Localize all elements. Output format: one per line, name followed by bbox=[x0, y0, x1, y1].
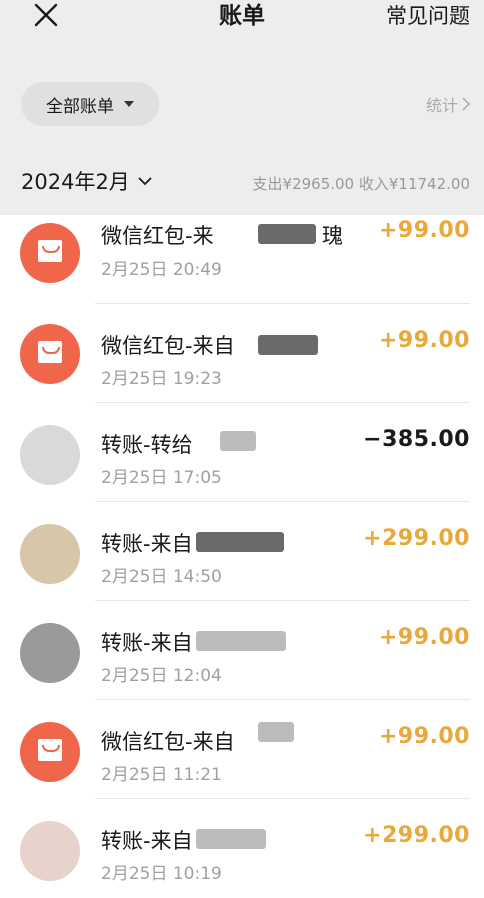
nav-bar: 账单 常见问题 bbox=[0, 0, 484, 34]
transaction-time: 2月25日 12:04 bbox=[101, 666, 222, 686]
red-packet-icon bbox=[20, 324, 80, 384]
month-label: 2024年2月 bbox=[21, 170, 130, 194]
transaction-time: 2月25日 20:49 bbox=[101, 260, 222, 280]
transaction-amount: +299.00 bbox=[363, 526, 470, 551]
chevron-down-icon bbox=[138, 176, 152, 185]
redacted-name bbox=[258, 335, 318, 355]
faq-link[interactable]: 常见问题 bbox=[386, 0, 470, 32]
redacted-name bbox=[258, 722, 294, 742]
transaction-time: 2月25日 14:50 bbox=[101, 567, 222, 587]
transaction-title: 转账-来自 bbox=[101, 829, 193, 853]
transaction-amount: +299.00 bbox=[363, 823, 470, 848]
redacted-name bbox=[196, 829, 266, 849]
header-area: 账单 常见问题 全部账单 统计 2024年2月 支出¥2965.00 收入¥11… bbox=[0, 0, 484, 215]
transaction-row[interactable]: 转账-来自 2月25日 14:50 +299.00 bbox=[0, 502, 484, 601]
transaction-row[interactable]: 微信红包-来 瑰 2月25日 20:49 +99.00 bbox=[0, 205, 484, 304]
transaction-amount: +99.00 bbox=[378, 328, 470, 353]
redacted-name bbox=[220, 431, 256, 451]
month-summary: 支出¥2965.00 收入¥11742.00 bbox=[252, 175, 470, 193]
avatar bbox=[20, 821, 80, 881]
transaction-title: 转账-转给 bbox=[101, 433, 193, 457]
avatar bbox=[20, 524, 80, 584]
red-packet-icon bbox=[20, 223, 80, 283]
month-selector[interactable]: 2024年2月 bbox=[21, 166, 152, 196]
transaction-title: 微信红包-来 bbox=[101, 224, 214, 248]
chevron-right-icon bbox=[462, 97, 470, 111]
avatar bbox=[20, 623, 80, 683]
red-packet-icon bbox=[20, 722, 80, 782]
transaction-title: 转账-来自 bbox=[101, 532, 193, 556]
transaction-row[interactable]: 微信红包-来自 2月25日 11:21 +99.00 bbox=[0, 700, 484, 799]
transaction-title-tail: 瑰 bbox=[322, 224, 343, 248]
transaction-time: 2月25日 17:05 bbox=[101, 468, 222, 488]
transaction-row[interactable]: 微信红包-来自 2月25日 19:23 +99.00 bbox=[0, 304, 484, 403]
transaction-row[interactable]: 转账-来自 2月25日 12:04 +99.00 bbox=[0, 601, 484, 700]
stats-label: 统计 bbox=[425, 96, 458, 115]
transaction-row[interactable]: 转账-来自 2月25日 10:19 +299.00 bbox=[0, 799, 484, 898]
redacted-name bbox=[196, 631, 286, 651]
caret-down-icon bbox=[124, 101, 134, 107]
transaction-row[interactable]: 转账-转给 2月25日 17:05 −385.00 bbox=[0, 403, 484, 502]
stats-link[interactable]: 统计 bbox=[426, 92, 470, 116]
transaction-title: 微信红包-来自 bbox=[101, 334, 235, 358]
transaction-time: 2月25日 11:21 bbox=[101, 765, 222, 785]
bill-filter-button[interactable]: 全部账单 bbox=[21, 82, 159, 126]
transaction-amount: +99.00 bbox=[378, 218, 470, 243]
redacted-name bbox=[196, 532, 284, 552]
transaction-title: 转账-来自 bbox=[101, 631, 193, 655]
transaction-time: 2月25日 10:19 bbox=[101, 864, 222, 884]
transaction-amount: +99.00 bbox=[378, 724, 470, 749]
transaction-amount: −385.00 bbox=[363, 427, 470, 452]
transaction-title: 微信红包-来自 bbox=[101, 730, 235, 754]
transaction-amount: +99.00 bbox=[378, 625, 470, 650]
redacted-name bbox=[258, 224, 316, 244]
transaction-time: 2月25日 19:23 bbox=[101, 369, 222, 389]
avatar bbox=[20, 425, 80, 485]
bill-filter-label: 全部账单 bbox=[46, 96, 114, 117]
